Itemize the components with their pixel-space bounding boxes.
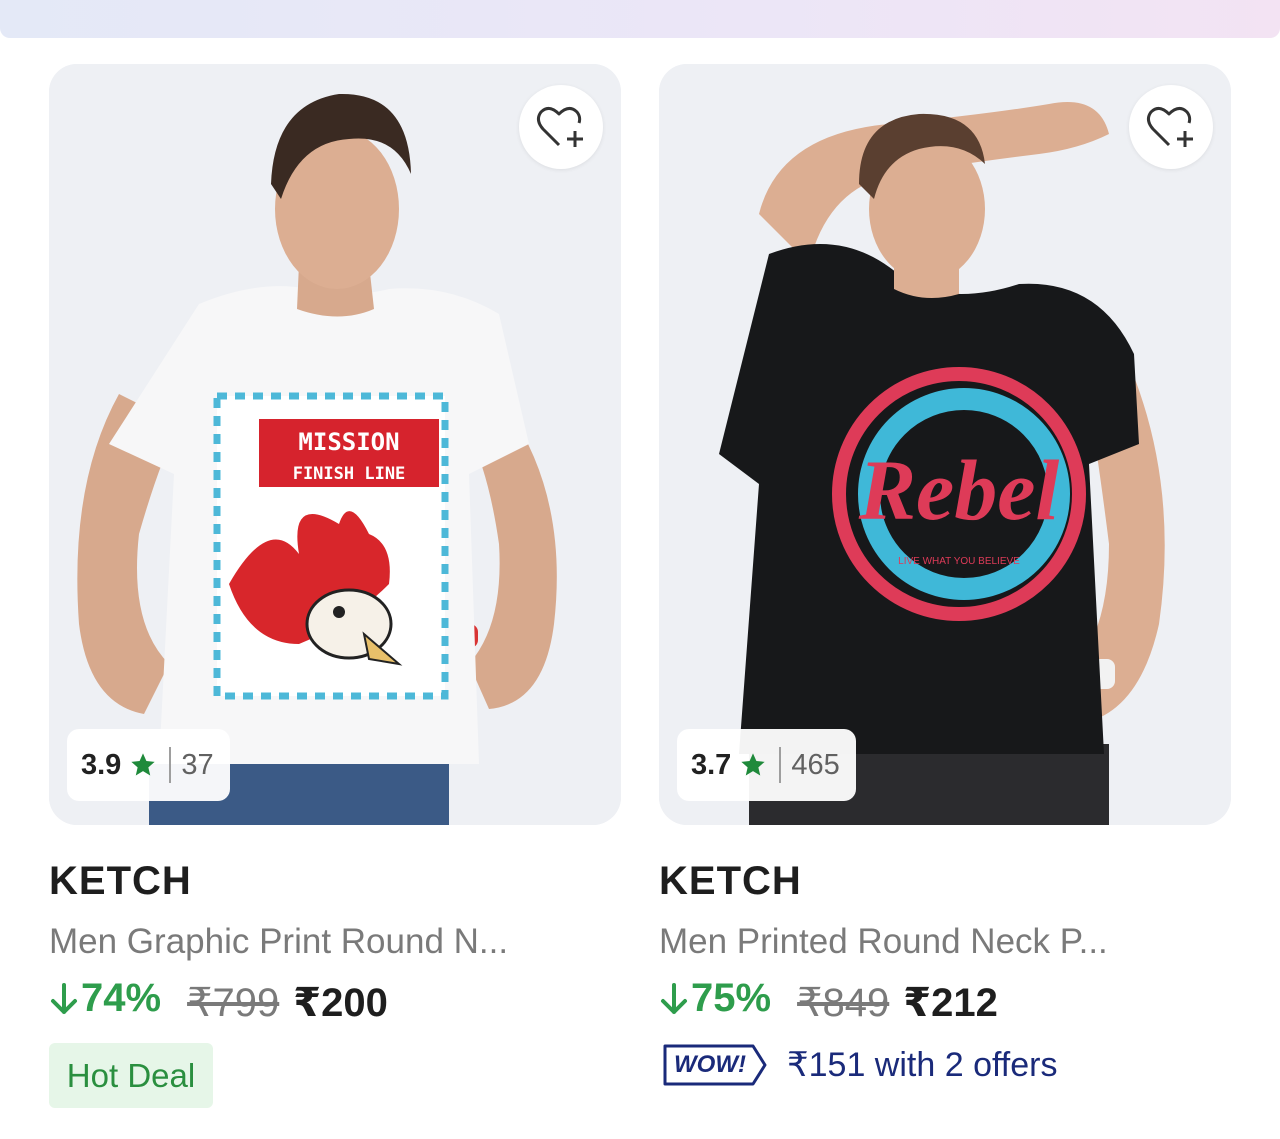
wow-badge-label: WOW! (674, 1051, 746, 1078)
wow-badge: WOW! (661, 1042, 769, 1088)
mrp-price: ₹799 (187, 980, 280, 1025)
shirt-print-word: Rebel (858, 442, 1060, 538)
rating-score: 3.9 (81, 748, 122, 781)
discount-percent: 75% (659, 976, 771, 1021)
rating-score: 3.7 (691, 748, 732, 781)
heart-plus-icon (1146, 107, 1193, 147)
discount-value: 74% (81, 976, 162, 1020)
shirt-print-line2: FINISH LINE (293, 464, 406, 484)
shirt-print-tagline: LIVE WHAT YOU BELIEVE (898, 556, 1020, 567)
discount-value: 75% (691, 976, 772, 1020)
offer-text: ₹151 with 2 offers (787, 1046, 1058, 1084)
brand-name: KETCH (49, 859, 192, 903)
rating-count: 465 (791, 748, 840, 781)
product-card[interactable]: Rebel LIVE WHAT YOU BELIEVE 3.7 465 KETC… (659, 64, 1231, 1124)
rating-badge: 3.7 465 (677, 729, 856, 801)
star-icon (739, 751, 767, 779)
arrow-down-icon (659, 982, 689, 1016)
rating-count: 37 (181, 748, 214, 781)
shirt-print-line1: MISSION (298, 428, 399, 456)
product-title[interactable]: Men Printed Round Neck P... (659, 922, 1231, 962)
arrow-down-icon (49, 982, 79, 1016)
rating-divider (169, 747, 172, 783)
product-title[interactable]: Men Graphic Print Round N... (49, 922, 621, 962)
price-row: 75% ₹849 ₹212 (659, 976, 998, 1026)
hot-deal-tag: Hot Deal (49, 1043, 213, 1108)
brand-name: KETCH (659, 859, 802, 903)
rating-divider (779, 747, 782, 783)
product-card[interactable]: MISSION FINISH LINE 3.9 37 KETCH Men Gra… (49, 64, 621, 1124)
product-photo: Rebel LIVE WHAT YOU BELIEVE (659, 64, 1231, 825)
top-header-strip (0, 0, 1280, 38)
offer-row[interactable]: WOW! ₹151 with 2 offers (661, 1042, 1058, 1088)
wishlist-button[interactable] (519, 85, 603, 169)
discount-percent: 74% (49, 976, 161, 1021)
heart-plus-icon (536, 107, 583, 147)
product-image[interactable]: MISSION FINISH LINE 3.9 37 (49, 64, 621, 825)
star-icon (129, 751, 157, 779)
product-image[interactable]: Rebel LIVE WHAT YOU BELIEVE 3.7 465 (659, 64, 1231, 825)
mrp-price: ₹849 (797, 980, 890, 1025)
rating-badge: 3.9 37 (67, 729, 230, 801)
price-row: 74% ₹799 ₹200 (49, 976, 388, 1026)
final-price: ₹200 (293, 980, 388, 1025)
wishlist-button[interactable] (1129, 85, 1213, 169)
final-price: ₹212 (903, 980, 998, 1025)
product-photo: MISSION FINISH LINE (49, 64, 621, 825)
